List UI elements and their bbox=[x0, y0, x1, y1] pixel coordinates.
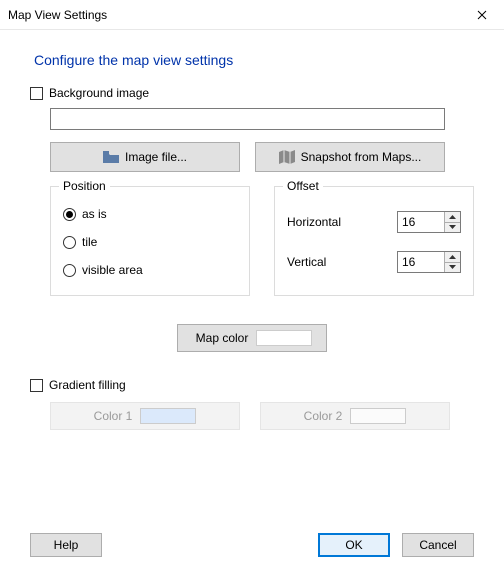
offset-horizontal-label: Horizontal bbox=[287, 215, 341, 229]
map-color-button[interactable]: Map color bbox=[177, 324, 328, 352]
title-bar: Map View Settings bbox=[0, 0, 504, 30]
radio-as-is-label: as is bbox=[82, 207, 107, 221]
radio-visible-area-label: visible area bbox=[82, 263, 143, 277]
chevron-up-icon bbox=[449, 255, 456, 259]
chevron-down-icon bbox=[449, 225, 456, 229]
offset-vertical-label: Vertical bbox=[287, 255, 326, 269]
checkbox-icon bbox=[30, 87, 43, 100]
radio-icon bbox=[63, 208, 76, 221]
offset-legend: Offset bbox=[283, 179, 323, 193]
ok-label: OK bbox=[345, 538, 362, 552]
spinner-arrows bbox=[444, 252, 460, 272]
help-button[interactable]: Help bbox=[30, 533, 102, 557]
offset-vertical-value: 16 bbox=[398, 252, 444, 272]
offset-group: Offset Horizontal 16 Vertical 16 bbox=[274, 186, 474, 296]
spinner-up[interactable] bbox=[445, 212, 460, 223]
spinner-down[interactable] bbox=[445, 263, 460, 273]
radio-as-is[interactable]: as is bbox=[63, 207, 237, 221]
radio-icon bbox=[63, 236, 76, 249]
cancel-button[interactable]: Cancel bbox=[402, 533, 474, 557]
offset-horizontal-value: 16 bbox=[398, 212, 444, 232]
gradient-color1-button: Color 1 bbox=[50, 402, 240, 430]
window-title: Map View Settings bbox=[8, 8, 107, 22]
snapshot-label: Snapshot from Maps... bbox=[301, 150, 422, 164]
radio-tile[interactable]: tile bbox=[63, 235, 237, 249]
help-label: Help bbox=[54, 538, 79, 552]
gradient-color2-button: Color 2 bbox=[260, 402, 450, 430]
radio-tile-label: tile bbox=[82, 235, 97, 249]
map-icon bbox=[279, 150, 295, 164]
position-group: Position as is tile visible area bbox=[50, 186, 250, 296]
gradient-color1-label: Color 1 bbox=[94, 409, 133, 423]
close-button[interactable] bbox=[459, 0, 504, 30]
spinner-down[interactable] bbox=[445, 223, 460, 233]
map-color-swatch bbox=[256, 330, 312, 346]
close-icon bbox=[477, 10, 487, 20]
map-color-label: Map color bbox=[196, 331, 249, 345]
radio-visible-area[interactable]: visible area bbox=[63, 263, 237, 277]
ok-button[interactable]: OK bbox=[318, 533, 390, 557]
radio-icon bbox=[63, 264, 76, 277]
image-file-button[interactable]: Image file... bbox=[50, 142, 240, 172]
gradient-filling-checkbox-row[interactable]: Gradient filling bbox=[30, 378, 474, 392]
cancel-label: Cancel bbox=[419, 538, 456, 552]
spinner-up[interactable] bbox=[445, 252, 460, 263]
dialog-heading: Configure the map view settings bbox=[34, 52, 474, 68]
position-legend: Position bbox=[59, 179, 110, 193]
offset-vertical-input[interactable]: 16 bbox=[397, 251, 461, 273]
folder-icon bbox=[103, 151, 119, 163]
background-image-checkbox-row[interactable]: Background image bbox=[30, 86, 474, 100]
gradient-color1-swatch bbox=[140, 408, 196, 424]
chevron-down-icon bbox=[449, 265, 456, 269]
offset-horizontal-input[interactable]: 16 bbox=[397, 211, 461, 233]
gradient-color2-swatch bbox=[350, 408, 406, 424]
spinner-arrows bbox=[444, 212, 460, 232]
chevron-up-icon bbox=[449, 215, 456, 219]
background-image-path-input[interactable] bbox=[50, 108, 445, 130]
gradient-filling-label: Gradient filling bbox=[49, 378, 126, 392]
image-file-label: Image file... bbox=[125, 150, 187, 164]
gradient-color2-label: Color 2 bbox=[304, 409, 343, 423]
background-image-label: Background image bbox=[49, 86, 149, 100]
checkbox-icon bbox=[30, 379, 43, 392]
snapshot-from-maps-button[interactable]: Snapshot from Maps... bbox=[255, 142, 445, 172]
